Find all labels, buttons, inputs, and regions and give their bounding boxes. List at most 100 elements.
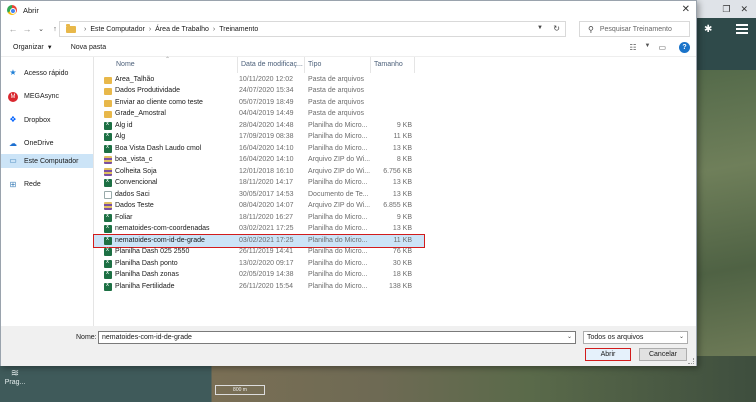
file-row[interactable]: Foliar 18/11/2020 16:27 Planilha do Micro.… bbox=[94, 212, 424, 224]
file-list: ⌃ Nome Data de modificaç... Tipo Tamanho… bbox=[93, 57, 696, 326]
puzzle-icon[interactable]: ✱ bbox=[704, 24, 712, 35]
close-icon[interactable]: ✕ bbox=[740, 4, 748, 15]
column-type[interactable]: Tipo bbox=[308, 61, 321, 68]
file-date: 30/05/2017 14:53 bbox=[239, 190, 294, 198]
nav-item-rede[interactable]: ⊞ Rede bbox=[1, 178, 93, 192]
file-type: Planilha do Micro... bbox=[308, 121, 368, 129]
file-row[interactable]: boa_vista_c 16/04/2020 14:10 Arquivo ZIP d… bbox=[94, 155, 424, 167]
zip-file-icon bbox=[104, 202, 112, 210]
excel-file-icon bbox=[104, 259, 112, 268]
filename-input[interactable]: nematoides-com-id-de-grade ⌄ bbox=[98, 331, 576, 344]
file-size: 9 KB bbox=[396, 121, 412, 129]
excel-file-icon bbox=[104, 282, 112, 291]
menu-icon[interactable] bbox=[736, 22, 748, 34]
open-file-dialog: Abrir ✕ ← → ⌄ ↑ › Este Computador › Área… bbox=[0, 0, 697, 366]
chevron-down-icon[interactable]: ▼ bbox=[537, 25, 543, 31]
file-type: Planilha do Micro... bbox=[308, 236, 368, 244]
view-list-icon[interactable]: ☷ bbox=[629, 43, 636, 52]
help-icon[interactable]: ? bbox=[679, 42, 690, 53]
file-date: 16/04/2020 14:10 bbox=[239, 156, 294, 163]
file-row[interactable]: Grade_Amostral 04/04/2019 14:49 Pasta de a… bbox=[94, 109, 424, 121]
new-folder-button[interactable]: Nova pasta bbox=[71, 44, 106, 51]
column-size[interactable]: Tamanho bbox=[374, 61, 403, 68]
file-row[interactable]: nematoides-com-id-de-grade 03/02/2021 17:… bbox=[93, 234, 425, 248]
breadcrumb-treinamento[interactable]: Treinamento bbox=[219, 26, 258, 33]
file-size: 76 KB bbox=[392, 248, 412, 255]
file-type: Planilha do Micro... bbox=[308, 259, 368, 267]
nav-item-dropbox[interactable]: ❖ Dropbox bbox=[1, 113, 93, 127]
open-button[interactable]: Abrir bbox=[585, 348, 631, 361]
file-name: boa_vista_c bbox=[115, 156, 153, 163]
file-row[interactable]: Area_Talhão 10/11/2020 12:02 Pasta de arqu… bbox=[94, 74, 424, 86]
column-date[interactable]: Data de modificaç... bbox=[241, 61, 303, 68]
file-date: 18/11/2020 14:17 bbox=[239, 179, 293, 186]
breadcrumb-area-de-trabalho[interactable]: Área de Trabalho bbox=[155, 26, 209, 33]
file-type-filter[interactable]: Todos os arquivos ⌄ bbox=[583, 331, 688, 344]
file-name: Dados Produtividade bbox=[115, 87, 180, 94]
file-size: 11 KB bbox=[393, 133, 412, 140]
nav-item-acesso-rapido[interactable]: ★ Acesso rápido bbox=[1, 66, 93, 80]
search-placeholder: Pesquisar Treinamento bbox=[599, 25, 672, 33]
file-type: Planilha do Micro... bbox=[308, 213, 368, 221]
column-name[interactable]: Nome bbox=[116, 61, 135, 68]
restore-icon[interactable]: ❐ bbox=[722, 4, 730, 15]
chevron-down-icon[interactable]: ⌄ bbox=[567, 332, 572, 343]
file-row[interactable]: Convencional 18/11/2020 14:17 Planilha do … bbox=[94, 178, 424, 190]
file-row[interactable]: Planilha Dash 025 2550 26/11/2019 14:41 Pl… bbox=[94, 247, 424, 259]
column-headers: ⌃ Nome Data de modificaç... Tipo Tamanho bbox=[94, 57, 696, 73]
recent-locations-button[interactable]: ⌄ bbox=[35, 25, 47, 33]
file-row[interactable]: dados Saci 30/05/2017 14:53 Documento de T… bbox=[94, 189, 424, 201]
file-type: Planilha do Micro... bbox=[308, 271, 368, 278]
address-bar[interactable]: › Este Computador › Área de Trabalho › T… bbox=[59, 21, 566, 37]
file-name: Planilha Dash ponto bbox=[115, 259, 178, 267]
search-box[interactable]: ⚲ Pesquisar Treinamento bbox=[579, 21, 690, 37]
file-name: Boa Vista Dash Laudo cmol bbox=[115, 144, 202, 152]
file-date: 12/01/2018 16:10 bbox=[239, 167, 294, 175]
file-row[interactable]: nematoides-com-coordenadas 03/02/2021 17:… bbox=[94, 224, 424, 236]
file-name: nematoides-com-coordenadas bbox=[115, 225, 210, 232]
dialog-close-button[interactable]: ✕ bbox=[682, 4, 690, 15]
map-view[interactable] bbox=[697, 70, 756, 402]
file-row[interactable]: Alg 17/09/2019 08:38 Planilha do Micro... 1… bbox=[94, 132, 424, 144]
file-row[interactable]: Dados Teste 08/04/2020 14:07 Arquivo ZIP d… bbox=[94, 201, 424, 213]
file-size: 6.756 KB bbox=[383, 167, 412, 175]
layers-button[interactable]: ≋ Prag... bbox=[4, 368, 26, 386]
excel-file-icon bbox=[104, 178, 112, 187]
file-type: Pasta de arquivos bbox=[308, 87, 365, 94]
crumb-separator: › bbox=[212, 25, 216, 33]
nav-item-label: Rede bbox=[24, 181, 41, 188]
folder-icon bbox=[104, 76, 112, 84]
forward-button[interactable]: → bbox=[21, 24, 33, 34]
cancel-button[interactable]: Cancelar bbox=[639, 348, 687, 361]
file-row[interactable]: Colheita Soja 12/01/2018 16:10 Arquivo ZIP… bbox=[94, 166, 424, 178]
file-name: Colheita Soja bbox=[115, 167, 157, 175]
resize-grip[interactable] bbox=[688, 358, 694, 364]
file-name: Planilha Fertilidade bbox=[115, 282, 175, 290]
file-row[interactable]: Planilha Fertilidade 26/11/2020 15:54 Plan… bbox=[94, 281, 424, 293]
file-row[interactable]: Planilha Dash ponto 13/02/2020 09:17 Plani… bbox=[94, 258, 424, 270]
file-row[interactable]: Alg id 28/04/2020 14:48 Planilha do Micro.… bbox=[94, 120, 424, 132]
chevron-down-icon[interactable]: ▼ bbox=[644, 43, 650, 52]
file-row[interactable]: Planilha Dash zonas 02/05/2019 14:38 Plani… bbox=[94, 270, 424, 282]
app-header: ✱ bbox=[697, 18, 756, 70]
file-row[interactable]: Enviar ao cliente como teste 05/07/2019 1… bbox=[94, 97, 424, 109]
organize-button[interactable]: Organizar ▼ bbox=[13, 44, 53, 51]
file-row[interactable]: Boa Vista Dash Laudo cmol 16/04/2020 14:1… bbox=[94, 143, 424, 155]
file-name: Planilha Dash 025 2550 bbox=[115, 248, 190, 255]
file-row[interactable]: Dados Produtividade 24/07/2020 15:34 Pasta… bbox=[94, 86, 424, 98]
nav-item-label: Este Computador bbox=[24, 157, 79, 165]
file-size: 13 KB bbox=[392, 225, 412, 232]
nav-item-onedrive[interactable]: ☁ OneDrive bbox=[1, 137, 93, 151]
file-name: Enviar ao cliente como teste bbox=[115, 98, 203, 106]
breadcrumb-este-computador[interactable]: Este Computador bbox=[90, 26, 144, 33]
refresh-icon[interactable]: ↻ bbox=[553, 24, 560, 33]
nav-item-megasync[interactable]: M MEGAsync bbox=[1, 90, 93, 104]
file-date: 16/04/2020 14:10 bbox=[239, 144, 294, 152]
file-size: 8 KB bbox=[396, 156, 412, 163]
back-button[interactable]: ← bbox=[7, 24, 19, 34]
preview-pane-icon[interactable]: ▭ bbox=[658, 43, 666, 52]
excel-file-icon bbox=[104, 236, 112, 245]
file-date: 08/04/2020 14:07 bbox=[239, 202, 294, 209]
nav-item-este-computador[interactable]: ▭ Este Computador bbox=[1, 154, 93, 168]
file-rows: Area_Talhão 10/11/2020 12:02 Pasta de arqu… bbox=[93, 74, 425, 293]
